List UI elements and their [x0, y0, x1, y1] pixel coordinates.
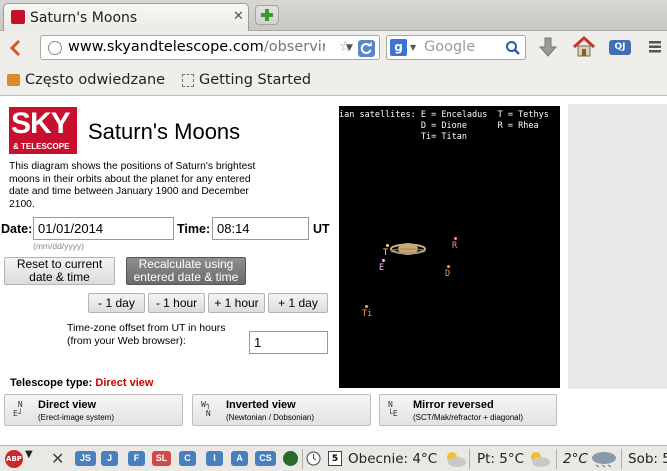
- tab-strip: Saturn's Moons ✕: [0, 0, 667, 31]
- description: This diagram shows the positions of Satu…: [9, 161, 256, 210]
- saturn-moons-diagram: ian satellites: E = Enceladus T = Tethys…: [339, 106, 560, 388]
- recalculate-button[interactable]: Recalculate using entered date & time: [126, 257, 246, 285]
- direct-view-icon: N E┘: [13, 400, 23, 418]
- moon-label-enceladus: E: [379, 263, 385, 273]
- engine-dropdown-icon[interactable]: ▼: [410, 43, 416, 52]
- mirror-reversed-button[interactable]: N └E Mirror reversed (SCT/Mak/refractor +…: [379, 394, 557, 426]
- close-icon[interactable]: ✕: [51, 449, 64, 468]
- close-tab-icon[interactable]: ✕: [233, 9, 244, 24]
- moon-dot-titan: [365, 305, 368, 308]
- direct-view-button[interactable]: N E┘ Direct view (Erect-image system): [4, 394, 183, 426]
- moon-label-tethys: T: [383, 248, 389, 258]
- navigation-toolbar: www.skyandtelescope.com/observir ☆ ▼ g ▼…: [0, 31, 667, 64]
- history-dropdown-icon[interactable]: ▼: [346, 43, 353, 53]
- saturn-planet: [390, 243, 426, 255]
- moon-dot-rhea: [454, 237, 457, 240]
- weather-night[interactable]: 2°C: [563, 451, 588, 467]
- page-title: Saturn's Moons: [88, 119, 241, 144]
- inverted-view-icon: W┐ N: [201, 400, 211, 418]
- folder-icon: [7, 74, 20, 86]
- control-panel: SKY & TELESCOPE Saturn's Moons This diag…: [0, 97, 339, 394]
- status-bar: ABP ▼ ✕ JS J F SL C I A CS 5 Obecnie: 4°…: [0, 445, 667, 471]
- weather-now[interactable]: Obecnie: 4°C: [348, 451, 437, 467]
- inverted-view-button[interactable]: W┐ N Inverted view (Newtonian / Dobsonia…: [192, 394, 371, 426]
- date-format-hint: (mm/dd/yyyy): [33, 241, 84, 251]
- favicon-icon: [11, 10, 25, 24]
- new-tab-button[interactable]: [255, 5, 279, 25]
- moon-label-dione: D: [445, 269, 451, 279]
- page-side-area: [568, 104, 667, 389]
- globe-icon: [48, 41, 62, 55]
- moon-dot-dione: [447, 265, 450, 268]
- address-bar[interactable]: www.skyandtelescope.com/observir ☆ ▼: [40, 35, 380, 60]
- back-icon[interactable]: [6, 38, 26, 58]
- chip-a[interactable]: A: [231, 451, 248, 466]
- reset-button[interactable]: Reset to current date & time: [4, 257, 115, 285]
- snow-cloud-icon: [592, 452, 616, 468]
- bookmark-most-visited[interactable]: Często odwiedzane: [25, 72, 165, 88]
- search-icon[interactable]: [505, 40, 521, 56]
- search-input[interactable]: Google: [424, 39, 475, 55]
- minus-day-button[interactable]: - 1 day: [88, 293, 145, 313]
- qj-addon-icon[interactable]: QJ: [609, 40, 631, 55]
- search-bar[interactable]: g ▼ Google: [386, 35, 526, 60]
- menu-icon[interactable]: [649, 40, 661, 54]
- moon-dot-enceladus: [382, 259, 385, 262]
- time-unit: UT: [313, 222, 330, 236]
- time-input[interactable]: [212, 217, 309, 240]
- chip-j[interactable]: J: [101, 451, 118, 466]
- moon-dot-tethys: [386, 244, 389, 247]
- partly-cloudy-icon: [531, 452, 550, 467]
- google-engine-icon[interactable]: g: [390, 39, 407, 56]
- telescope-type: Telescope type: Direct view: [10, 377, 154, 389]
- plus-hour-button[interactable]: + 1 hour: [208, 293, 265, 313]
- chip-i[interactable]: I: [206, 451, 223, 466]
- chip-f[interactable]: F: [128, 451, 145, 466]
- telescope-type-value: Direct view: [95, 377, 154, 389]
- moon-label-rhea: R: [452, 241, 458, 251]
- plus-icon: [261, 9, 273, 21]
- reload-button[interactable]: [358, 40, 375, 57]
- url-text[interactable]: www.skyandtelescope.com/observir: [68, 39, 325, 55]
- chip-cs[interactable]: CS: [255, 451, 276, 466]
- moon-label-titan: Ti: [362, 309, 373, 319]
- tab-title: Saturn's Moons: [30, 10, 138, 26]
- minus-hour-button[interactable]: - 1 hour: [148, 293, 205, 313]
- download-icon[interactable]: [538, 37, 558, 59]
- status-green-icon[interactable]: [283, 451, 298, 466]
- bookmarks-toolbar: Często odwiedzane Getting Started: [0, 64, 667, 96]
- weather-friday[interactable]: Pt: 5°C: [477, 451, 524, 467]
- plus-day-button[interactable]: + 1 day: [268, 293, 328, 313]
- chip-c[interactable]: C: [179, 451, 196, 466]
- reload-icon: [360, 42, 372, 54]
- date-input[interactable]: [33, 217, 174, 240]
- cloudy-weather-icon: [447, 452, 466, 467]
- bookmark-getting-started[interactable]: Getting Started: [199, 72, 311, 88]
- timezone-input[interactable]: [249, 331, 328, 354]
- chip-js[interactable]: JS: [75, 451, 96, 466]
- calendar-icon[interactable]: 5: [328, 451, 342, 466]
- adblock-icon[interactable]: ABP: [5, 450, 23, 468]
- time-label: Time:: [177, 222, 211, 236]
- tab-saturns-moons[interactable]: Saturn's Moons ✕: [3, 3, 249, 31]
- clock-icon[interactable]: [306, 451, 321, 466]
- mirror-reversed-icon: N └E: [388, 400, 398, 418]
- date-label: Date:: [1, 222, 33, 236]
- home-icon[interactable]: [572, 36, 596, 58]
- timezone-label: Time-zone offset from UT in hours (from …: [67, 322, 226, 347]
- adblock-dropdown-icon[interactable]: ▼: [25, 449, 33, 460]
- page-icon: [182, 74, 194, 87]
- sky-telescope-logo[interactable]: SKY & TELESCOPE: [9, 107, 77, 154]
- weather-saturday[interactable]: Sob: 5: [628, 451, 667, 467]
- chip-sl[interactable]: SL: [152, 451, 171, 466]
- page-content: SKY & TELESCOPE Saturn's Moons This diag…: [0, 97, 667, 447]
